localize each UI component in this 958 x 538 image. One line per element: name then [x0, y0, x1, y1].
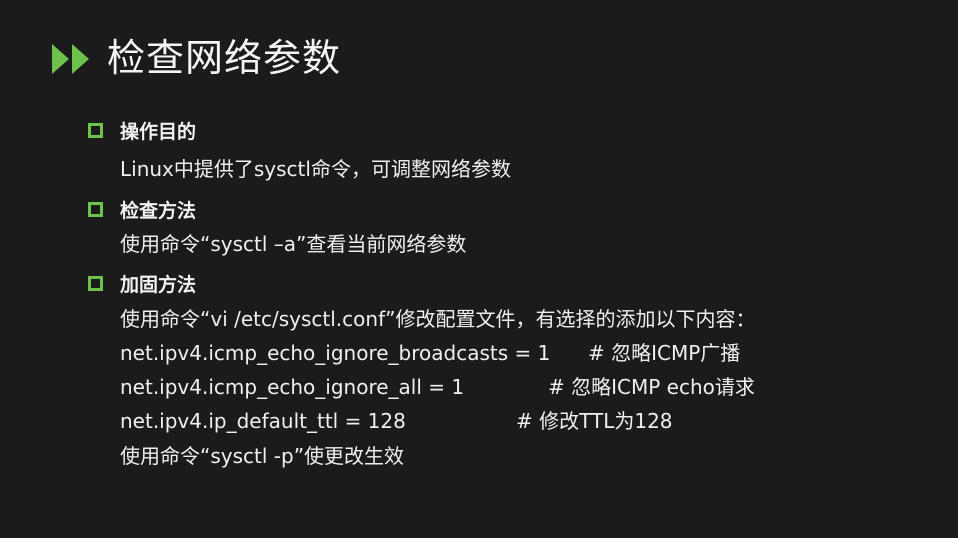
section-body-line: 使用命令“sysctl -p”使更改生效 [120, 444, 405, 468]
square-bullet-icon [88, 201, 103, 217]
slide: 检查网络参数 操作目的 Linux中提供了sysctl命令，可调整网络参数 检查… [0, 0, 958, 538]
section-body-line: 使用命令“vi /etc/sysctl.conf”修改配置文件，有选择的添加以下… [120, 307, 756, 331]
slide-title: 检查网络参数 [107, 36, 342, 80]
section-heading-check: 检查方法 [88, 194, 196, 224]
section-heading-label: 加固方法 [120, 273, 197, 296]
config-setting: net.ipv4.ip_default_ttl = 128 [120, 409, 406, 433]
config-comment: # 忽略ICMP echo请求 [548, 375, 755, 399]
section-heading-label: 检查方法 [120, 199, 197, 222]
config-setting: net.ipv4.icmp_echo_ignore_broadcasts = 1 [120, 341, 551, 365]
double-arrow-icon [52, 44, 89, 74]
section-body-line: Linux中提供了sysctl命令，可调整网络参数 [120, 157, 511, 181]
section-heading-label: 操作目的 [120, 120, 197, 143]
square-bullet-icon [88, 122, 103, 138]
config-comment: # 修改TTL为128 [516, 409, 673, 433]
square-bullet-icon [88, 275, 103, 291]
section-heading-harden: 加固方法 [88, 268, 196, 298]
section-heading-purpose: 操作目的 [88, 115, 196, 145]
config-setting: net.ipv4.icmp_echo_ignore_all = 1 [120, 375, 465, 399]
config-comment: # 忽略ICMP广播 [588, 341, 741, 365]
section-body-line: 使用命令“sysctl –a”查看当前网络参数 [120, 232, 467, 256]
